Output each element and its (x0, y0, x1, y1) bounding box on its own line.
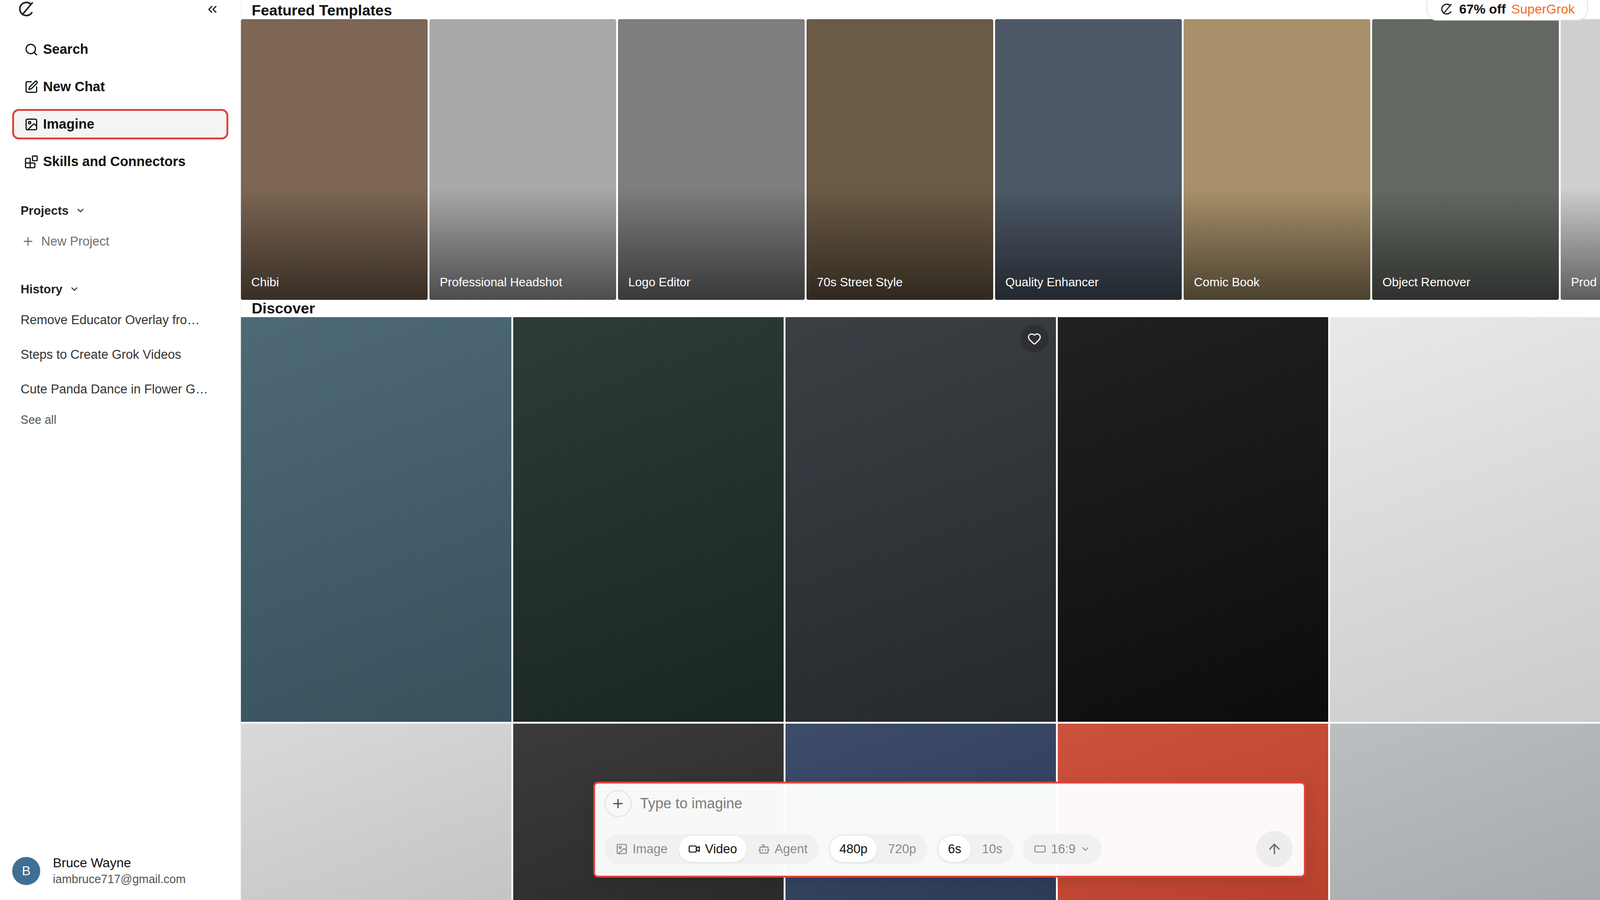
resolution-option[interactable]: 720p (878, 836, 926, 863)
discover-tile[interactable] (240, 723, 512, 900)
user-email: iambruce717@gmail.com (52, 872, 186, 887)
prompt-options: ImageVideoAgent 480p720p 6s10s 16:9 (604, 830, 1293, 868)
sidebar-nav: Search New Chat Imagine Skills and Connecto… (12, 34, 229, 177)
template-label: Chibi (251, 275, 279, 290)
template-label: Logo Editor (628, 275, 691, 290)
resolution-group: 480p720p (828, 834, 928, 865)
history-item[interactable]: Remove Educator Overlay fro… (12, 302, 229, 338)
duration-option[interactable]: 6s (938, 836, 971, 863)
featured-title: Featured Templates (240, 0, 1600, 20)
plus-icon (610, 796, 626, 811)
video-icon (688, 843, 701, 856)
aspect-ratio-dropdown[interactable]: 16:9 (1024, 836, 1100, 863)
history-list: Remove Educator Overlay fro…Steps to Cre… (12, 302, 229, 433)
like-button[interactable] (1020, 324, 1049, 353)
sidebar-item[interactable]: Skills and Connectors (12, 146, 229, 177)
imagine-page: Search New Chat Imagine Skills and Connecto… (0, 0, 1600, 900)
template-card[interactable]: Logo Editor (618, 19, 805, 300)
attach-button[interactable] (604, 790, 632, 818)
template-card[interactable]: Quality Enhancer (995, 19, 1182, 300)
template-card[interactable]: Comic Book (1183, 19, 1371, 300)
chevron-down-icon (69, 283, 80, 295)
arrow-up-icon (1266, 841, 1283, 858)
discover-tile[interactable] (1330, 317, 1600, 722)
aspect-ratio-icon (1033, 843, 1047, 856)
prompt-input[interactable] (640, 791, 1293, 816)
sidebar: Search New Chat Imagine Skills and Connecto… (0, 0, 241, 900)
see-all-link[interactable]: See all (12, 406, 229, 433)
discover-tile[interactable] (513, 317, 784, 722)
sidebar-top (12, 0, 229, 19)
discover-tile[interactable] (785, 317, 1056, 722)
grok-logo-icon (1439, 2, 1454, 17)
discover-tile[interactable] (1057, 317, 1329, 722)
prompt-input-row (604, 790, 1293, 818)
resolution-option[interactable]: 480p (829, 836, 877, 863)
template-label: Prod (1570, 275, 1597, 290)
main-content: Featured Templates Chibi Professional Head… (240, 0, 1600, 900)
history-item[interactable]: Cute Panda Dance in Flower G… (12, 371, 229, 407)
image-icon (615, 843, 628, 856)
history-item[interactable]: Steps to Create Grok Videos (12, 337, 229, 372)
sidebar-item[interactable]: Imagine (12, 109, 229, 140)
template-card[interactable]: Object Remover (1372, 19, 1559, 300)
projects-header[interactable]: Projects (12, 198, 229, 223)
duration-group: 6s10s (936, 834, 1014, 865)
duration-option[interactable]: 10s (972, 836, 1012, 863)
agent-icon (757, 843, 771, 856)
promo-badge[interactable]: 67% offSuperGrok (1426, 0, 1588, 21)
user-name: Bruce Wayne (52, 855, 186, 871)
prompt-box: ImageVideoAgent 480p720p 6s10s 16:9 (593, 781, 1306, 878)
template-label: Professional Headshot (439, 275, 563, 290)
history-header[interactable]: History (12, 277, 229, 301)
send-button[interactable] (1256, 830, 1293, 868)
grok-logo-icon (16, 0, 36, 19)
new-project-button[interactable]: New Project (12, 227, 229, 256)
discover-tile[interactable] (1330, 723, 1600, 900)
template-card[interactable]: Prod (1560, 19, 1600, 300)
plus-icon (21, 234, 35, 248)
user-profile[interactable]: B Bruce Wayneiambruce717@gmail.com (12, 855, 229, 900)
mode-group: ImageVideoAgent (604, 834, 819, 865)
mode-option[interactable]: Agent (748, 836, 818, 863)
chevron-down-icon (1080, 843, 1091, 855)
template-card[interactable]: Professional Headshot (429, 19, 617, 300)
featured-templates: Chibi Professional Headshot Logo Editor 70s… (240, 19, 1600, 300)
sidebar-item[interactable]: New Chat (12, 71, 229, 102)
image-icon (24, 117, 39, 132)
template-label: 70s Street Style (816, 275, 903, 290)
template-label: Comic Book (1193, 275, 1260, 290)
search-icon (24, 42, 39, 57)
mode-option[interactable]: Video (678, 836, 747, 863)
chevron-down-icon (75, 205, 86, 216)
heart-icon (1027, 331, 1042, 346)
collapse-icon[interactable] (205, 2, 220, 17)
new-chat-icon (24, 80, 39, 95)
aspect-ratio-group: 16:9 (1022, 834, 1102, 865)
sidebar-item[interactable]: Search (12, 34, 229, 65)
user-info: Bruce Wayneiambruce717@gmail.com (52, 855, 186, 887)
user-avatar: B (12, 857, 41, 886)
discover-tile[interactable] (240, 317, 512, 722)
mode-option[interactable]: Image (606, 836, 677, 863)
template-card[interactable]: Chibi (240, 19, 428, 300)
blocks-icon (24, 154, 39, 169)
discover-title: Discover (240, 299, 1600, 318)
template-card[interactable]: 70s Street Style (806, 19, 994, 300)
template-label: Quality Enhancer (1005, 275, 1099, 290)
template-label: Object Remover (1382, 275, 1471, 290)
